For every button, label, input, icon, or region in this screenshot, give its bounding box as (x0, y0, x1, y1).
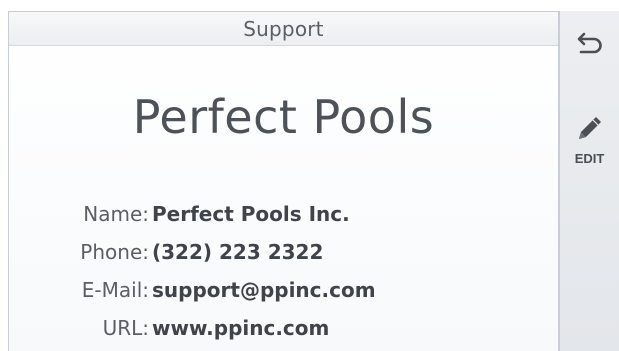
phone-value: (322) 223 2322 (152, 240, 324, 264)
detail-row-phone: Phone: (322) 223 2322 (9, 240, 558, 270)
header-bar: Support (9, 12, 558, 46)
name-label: Name: (83, 202, 149, 226)
edit-button[interactable]: EDIT (560, 111, 619, 175)
phone-label: Phone: (80, 240, 149, 264)
url-label: URL: (102, 316, 149, 340)
email-value: support@ppinc.com (152, 278, 376, 302)
side-toolbar: EDIT (559, 11, 619, 351)
email-label: E-Mail: (81, 278, 149, 302)
back-arrow-icon (575, 28, 605, 62)
detail-row-name: Name: Perfect Pools Inc. (9, 202, 558, 232)
name-value: Perfect Pools Inc. (152, 202, 350, 226)
detail-row-email: E-Mail: support@ppinc.com (9, 278, 558, 308)
company-name: Perfect Pools (132, 90, 435, 144)
url-value: www.ppinc.com (152, 316, 330, 340)
detail-row-url: URL: www.ppinc.com (9, 316, 558, 346)
app-frame: Support Perfect Pools Name: Perfect Pool… (0, 0, 619, 351)
pencil-icon (573, 111, 607, 149)
support-panel: Support Perfect Pools Name: Perfect Pool… (8, 11, 559, 351)
page-title: Support (243, 16, 324, 41)
edit-label: EDIT (574, 151, 605, 166)
back-button[interactable] (560, 23, 619, 67)
